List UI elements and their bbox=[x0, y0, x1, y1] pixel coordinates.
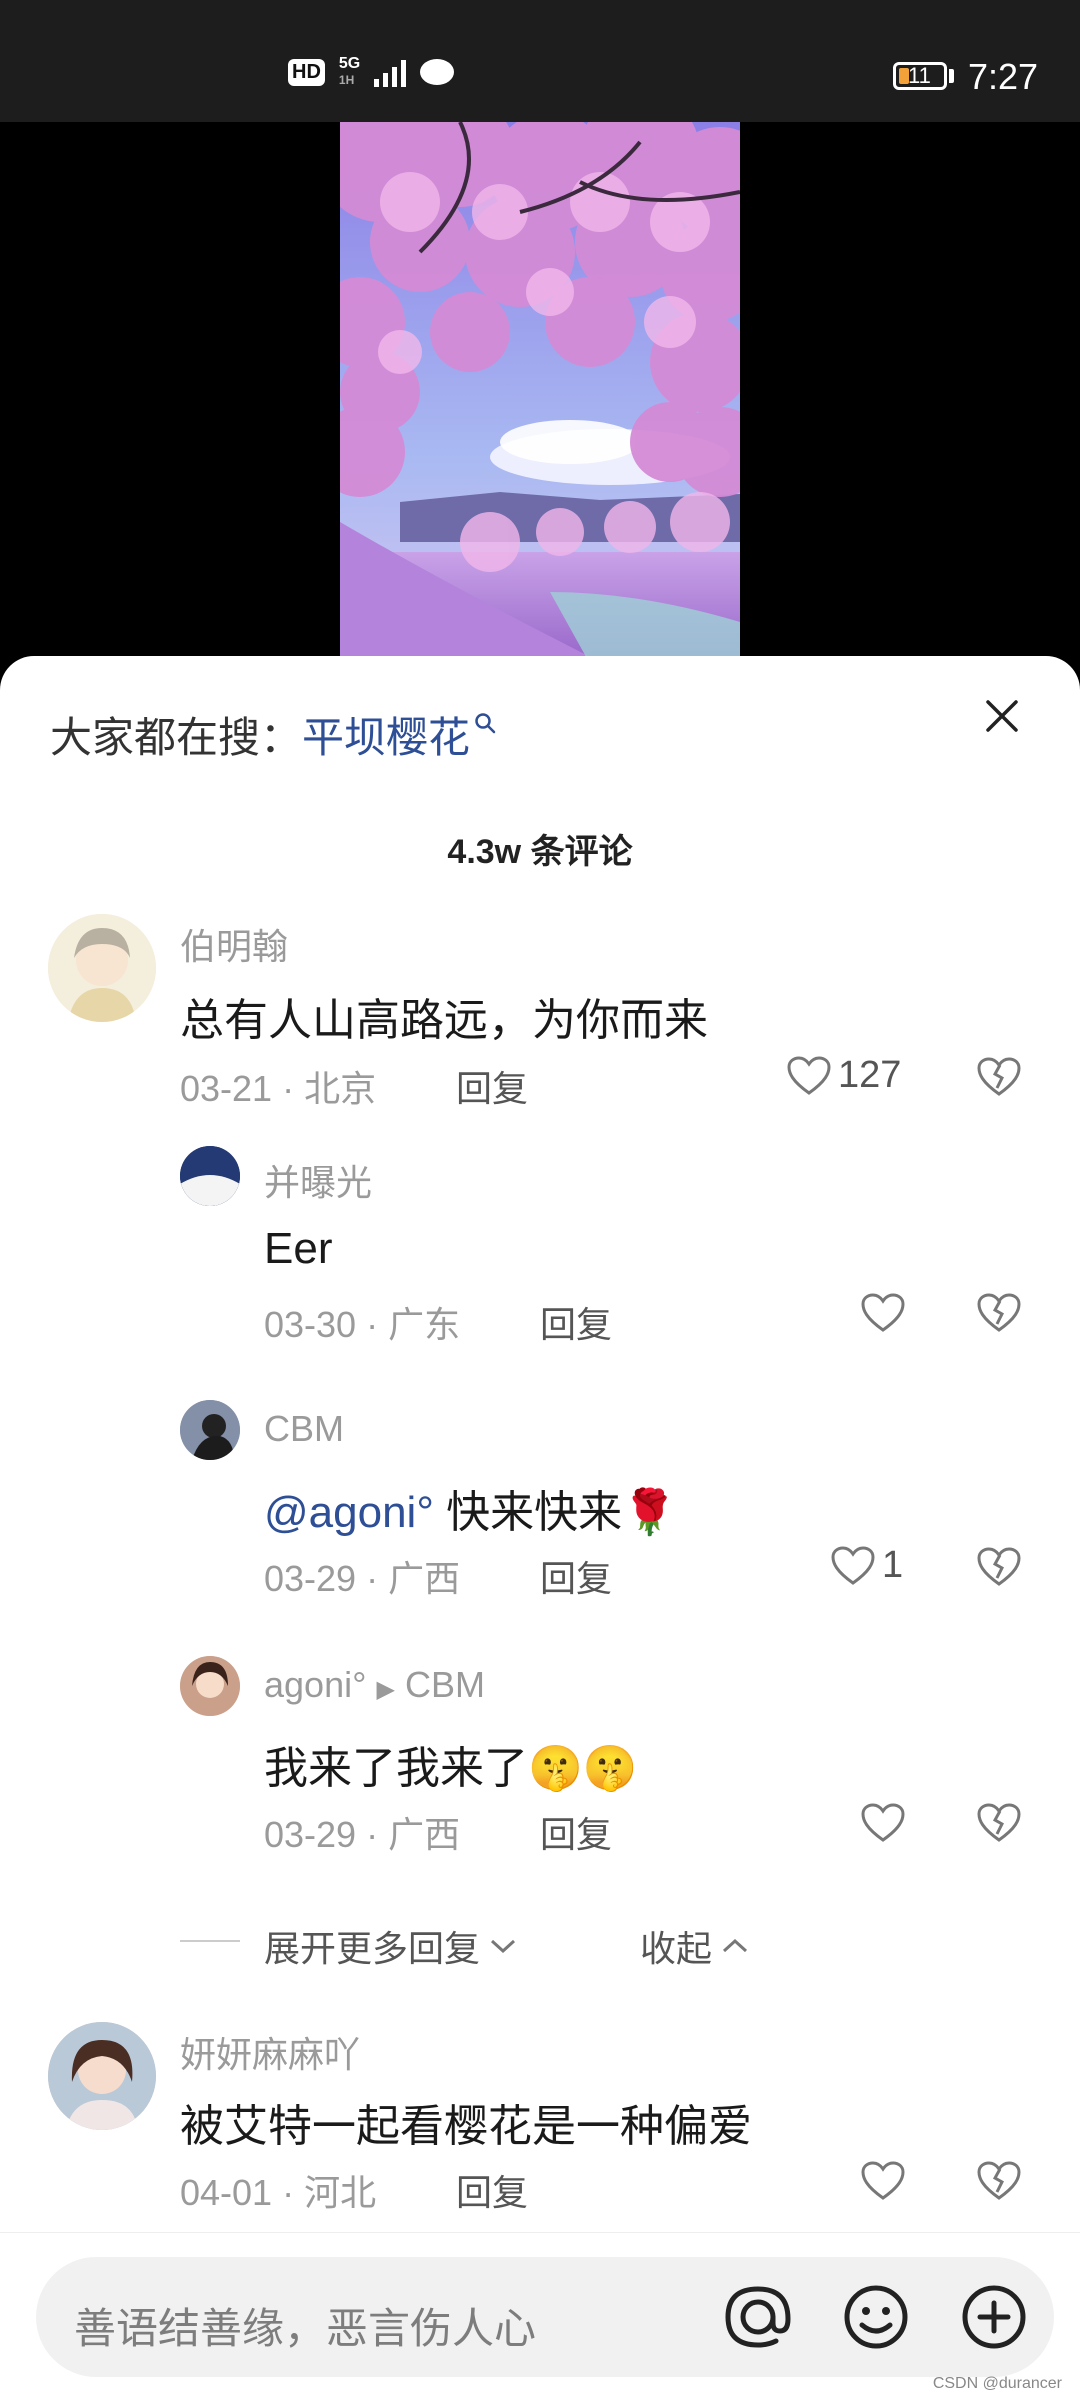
chevron-down-icon bbox=[491, 1939, 516, 1954]
comment-meta: 03-21 · 北京 bbox=[180, 1068, 377, 1109]
trending-search[interactable]: 大家都在搜：平坝樱花 bbox=[50, 704, 496, 765]
avatar[interactable] bbox=[180, 1400, 240, 1460]
battery-icon: 11 bbox=[893, 62, 947, 90]
search-keyword[interactable]: 平坝樱花 bbox=[302, 714, 470, 761]
dislike-icon[interactable] bbox=[976, 1802, 1022, 1844]
avatar-image bbox=[180, 1400, 240, 1460]
search-prefix: 大家都在搜： bbox=[50, 714, 303, 761]
rose-emoji: 🌹 bbox=[622, 1488, 677, 1537]
comment-author[interactable]: CBM bbox=[264, 1408, 344, 1450]
collapse-label: 收起 bbox=[640, 1928, 713, 1969]
collapse-replies-button[interactable]: 收起 bbox=[640, 1920, 750, 1972]
like-count: 1 bbox=[882, 1544, 904, 1586]
avatar[interactable] bbox=[180, 1656, 240, 1716]
watermark: CSDN @durancer bbox=[932, 2375, 1062, 2392]
comment-author[interactable]: 妍妍麻麻吖 bbox=[180, 2026, 360, 2078]
comment-meta: 03-29 · 广西 bbox=[264, 1558, 461, 1599]
reply-item: 并曝光 Eer 03-30 · 广东 回复 bbox=[0, 1146, 1080, 1346]
comment-meta: 04-01 · 河北 bbox=[180, 2172, 377, 2213]
comment-item: 伯明翰 总有人山高路远，为你而来 03-21 · 北京 回复 127 bbox=[0, 912, 1080, 1122]
dislike-icon[interactable] bbox=[976, 1292, 1022, 1334]
comment-text: 被艾特一起看樱花是一种偏爱 bbox=[180, 2102, 752, 2151]
like-count: 127 bbox=[838, 1054, 902, 1096]
search-icon bbox=[475, 713, 496, 734]
comment-text: @agoni° 快来快来🌹 bbox=[264, 1488, 677, 1537]
video-thumbnail[interactable] bbox=[340, 122, 740, 682]
video-area[interactable] bbox=[0, 122, 1080, 682]
like-button[interactable]: 1 bbox=[830, 1544, 903, 1587]
avatar-image bbox=[180, 1146, 240, 1206]
avatar-image bbox=[180, 1656, 240, 1716]
add-icon[interactable] bbox=[956, 2279, 1032, 2355]
comment-item: 妍妍麻麻吖 被艾特一起看樱花是一种偏爱 04-01 · 河北 回复 bbox=[0, 2020, 1080, 2220]
hd-badge: HD bbox=[288, 58, 325, 86]
close-icon[interactable] bbox=[980, 694, 1024, 738]
comment-input-bar: 善语结善缘，恶言伤人心 CSDN @durancer bbox=[0, 2232, 1080, 2401]
battery-tip bbox=[949, 69, 954, 83]
reply-author[interactable]: agoni° bbox=[264, 1664, 366, 1705]
avatar[interactable] bbox=[48, 914, 156, 1022]
chevron-up-icon bbox=[723, 1938, 748, 1953]
avatar[interactable] bbox=[48, 2022, 156, 2130]
heart-icon[interactable] bbox=[860, 1802, 906, 1844]
heart-icon[interactable] bbox=[860, 1292, 906, 1334]
heart-icon bbox=[831, 1545, 875, 1585]
clock: 7:27 bbox=[968, 56, 1039, 97]
emoji-icon[interactable] bbox=[838, 2279, 914, 2355]
comment-meta: 03-30 · 广东 bbox=[264, 1304, 461, 1345]
reply-button[interactable]: 回复 bbox=[540, 1296, 612, 1348]
expand-divider bbox=[180, 1940, 240, 1942]
comment-text: 我来了我来了🤫🤫 bbox=[264, 1744, 638, 1793]
message-icon bbox=[420, 59, 455, 85]
comment-meta: 03-29 · 广西 bbox=[264, 1814, 461, 1855]
shush-emoji: 🤫🤫 bbox=[528, 1744, 638, 1793]
reply-item: agoni° ▶ CBM 我来了我来了🤫🤫 03-29 · 广西 回复 bbox=[0, 1656, 1080, 1856]
reply-button[interactable]: 回复 bbox=[540, 1806, 612, 1858]
heart-icon[interactable] bbox=[860, 2160, 906, 2202]
avatar-image bbox=[48, 2022, 156, 2130]
comment-text: 总有人山高路远，为你而来 bbox=[180, 996, 708, 1045]
avatar-image bbox=[48, 914, 156, 1022]
network-indicator: 5G 1H bbox=[339, 56, 360, 88]
status-bar: HD 5G 1H 11 7:27 bbox=[0, 0, 1080, 122]
reply-item: CBM @agoni° 快来快来🌹 03-29 · 广西 回复 1 bbox=[0, 1400, 1080, 1600]
reply-button[interactable]: 回复 bbox=[456, 1060, 528, 1112]
reply-to-author[interactable]: CBM bbox=[405, 1664, 485, 1705]
comment-input-placeholder: 善语结善缘，恶言伤人心 bbox=[74, 2305, 537, 2352]
like-button[interactable]: 127 bbox=[786, 1054, 901, 1097]
comment-input[interactable]: 善语结善缘，恶言伤人心 bbox=[36, 2257, 1054, 2377]
comment-text: Eer bbox=[264, 1224, 333, 1273]
expand-more-replies-button[interactable]: 展开更多回复 bbox=[264, 1920, 518, 1972]
mention-link[interactable]: @agoni° bbox=[264, 1488, 434, 1537]
reply-button[interactable]: 回复 bbox=[456, 2164, 528, 2216]
heart-icon bbox=[787, 1055, 831, 1095]
signal-icon bbox=[374, 57, 407, 87]
comment-author: agoni° ▶ CBM bbox=[264, 1664, 485, 1705]
expand-more-label: 展开更多回复 bbox=[264, 1928, 481, 1969]
mention-at-icon[interactable] bbox=[720, 2279, 796, 2355]
status-icons: HD 5G 1H bbox=[288, 56, 455, 88]
avatar[interactable] bbox=[180, 1146, 240, 1206]
reply-button[interactable]: 回复 bbox=[540, 1550, 612, 1602]
comment-author[interactable]: 并曝光 bbox=[264, 1154, 372, 1206]
cherry-blossom-image bbox=[340, 122, 740, 682]
dislike-icon[interactable] bbox=[976, 2160, 1022, 2202]
dislike-icon[interactable] bbox=[976, 1056, 1022, 1098]
comment-author[interactable]: 伯明翰 bbox=[180, 918, 288, 970]
network-type: 5G bbox=[338, 55, 361, 72]
dislike-icon[interactable] bbox=[976, 1546, 1022, 1588]
battery-level: 11 bbox=[908, 63, 931, 88]
network-sub: 1H bbox=[338, 73, 355, 87]
comment-count: 4.3w 条评论 bbox=[447, 833, 633, 871]
